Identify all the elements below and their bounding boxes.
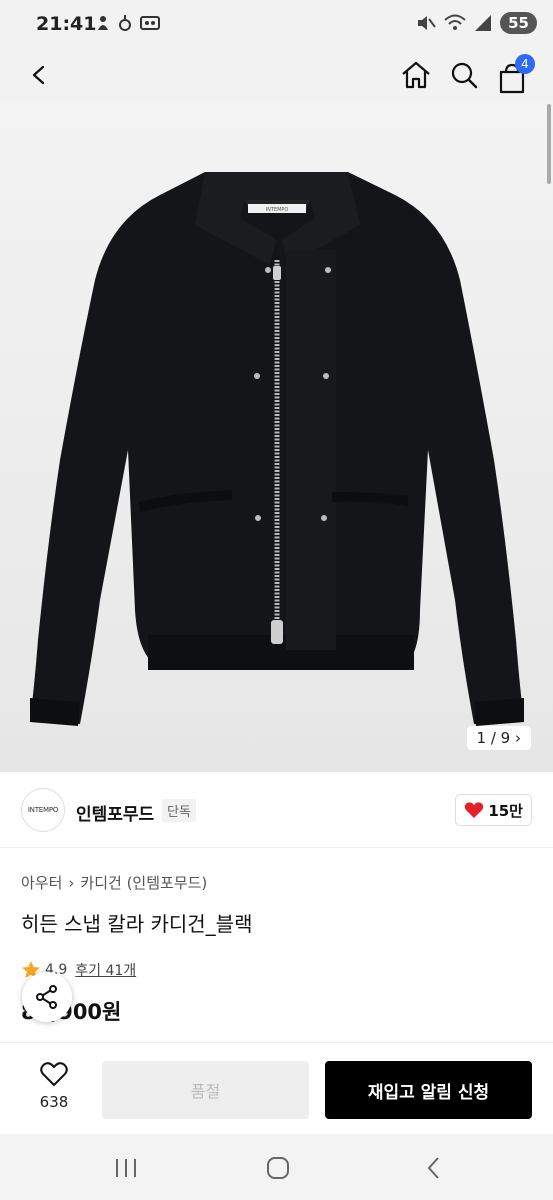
brand-like-button[interactable]: 15만 <box>455 794 532 826</box>
brand-row: INTEMPO 인템포무드 단독 15만 <box>0 772 553 848</box>
wishlist-count: 638 <box>39 1093 69 1111</box>
brand-logo[interactable]: INTEMPO <box>21 788 65 832</box>
home-icon <box>402 61 430 89</box>
home-button[interactable] <box>398 57 434 93</box>
cart-count-badge: 4 <box>515 54 535 74</box>
search-button[interactable] <box>446 57 482 93</box>
jacket-image: INTEMPO <box>30 172 524 726</box>
image-scrollbar[interactable] <box>547 104 551 184</box>
voicemail-icon <box>140 16 160 30</box>
alert-icon <box>119 15 131 31</box>
soldout-button[interactable]: 품절 <box>102 1061 309 1119</box>
restock-alert-button[interactable]: 재입고 알림 신청 <box>325 1061 532 1119</box>
system-back-button[interactable] <box>424 1156 444 1184</box>
signal-icon <box>475 15 492 31</box>
status-time: 21:41 <box>36 13 97 35</box>
back-chevron-icon <box>427 1157 439 1179</box>
home-circle-icon <box>267 1157 289 1179</box>
app-header: 4 <box>0 50 553 100</box>
chevron-right-icon: › <box>515 729 521 747</box>
category-main[interactable]: 아우터 <box>21 872 62 893</box>
category-sub[interactable]: 카디건 (인템포무드) <box>80 872 207 893</box>
product-image-gallery[interactable]: INTEMPO 1 / 9 › <box>0 100 553 772</box>
share-button[interactable] <box>22 972 72 1022</box>
purchase-action-bar: 638 품절 재입고 알림 신청 <box>0 1042 553 1134</box>
brand-like-count: 15만 <box>488 801 523 820</box>
system-home-button[interactable] <box>266 1156 290 1184</box>
status-bar: 21:41 55 <box>0 0 553 50</box>
product-title: 히든 스냅 칼라 카디건_블랙 <box>21 912 253 936</box>
cart-button[interactable]: 4 <box>494 54 535 97</box>
status-right-icons: 55 <box>416 12 537 34</box>
review-link[interactable]: 후기 41개 <box>75 960 136 980</box>
notification-icon <box>98 16 108 30</box>
system-nav-bar <box>0 1134 553 1200</box>
exclusive-badge: 단독 <box>162 799 196 822</box>
breadcrumb: 아우터 › 카디건 (인템포무드) <box>21 872 207 893</box>
image-counter-text: 1 / 9 <box>476 729 511 747</box>
heart-filled-icon <box>465 802 484 818</box>
search-icon <box>451 62 478 89</box>
recent-apps-button[interactable] <box>114 1158 138 1182</box>
brand-logo-text: INTEMPO <box>27 806 59 814</box>
status-left-icons <box>96 14 160 32</box>
back-button[interactable] <box>22 58 56 92</box>
back-icon <box>32 65 45 85</box>
wishlist-button[interactable]: 638 <box>24 1061 84 1121</box>
share-icon <box>36 985 57 1009</box>
chevron-right-icon: › <box>68 873 75 892</box>
garment-label-text: INTEMPO <box>266 207 289 213</box>
heart-outline-icon <box>40 1062 68 1087</box>
mute-icon <box>418 16 436 30</box>
wifi-icon <box>444 14 466 30</box>
battery-indicator: 55 <box>500 12 537 34</box>
brand-name[interactable]: 인템포무드 <box>76 800 154 825</box>
image-counter[interactable]: 1 / 9 › <box>466 726 531 750</box>
recents-icon <box>116 1159 136 1177</box>
